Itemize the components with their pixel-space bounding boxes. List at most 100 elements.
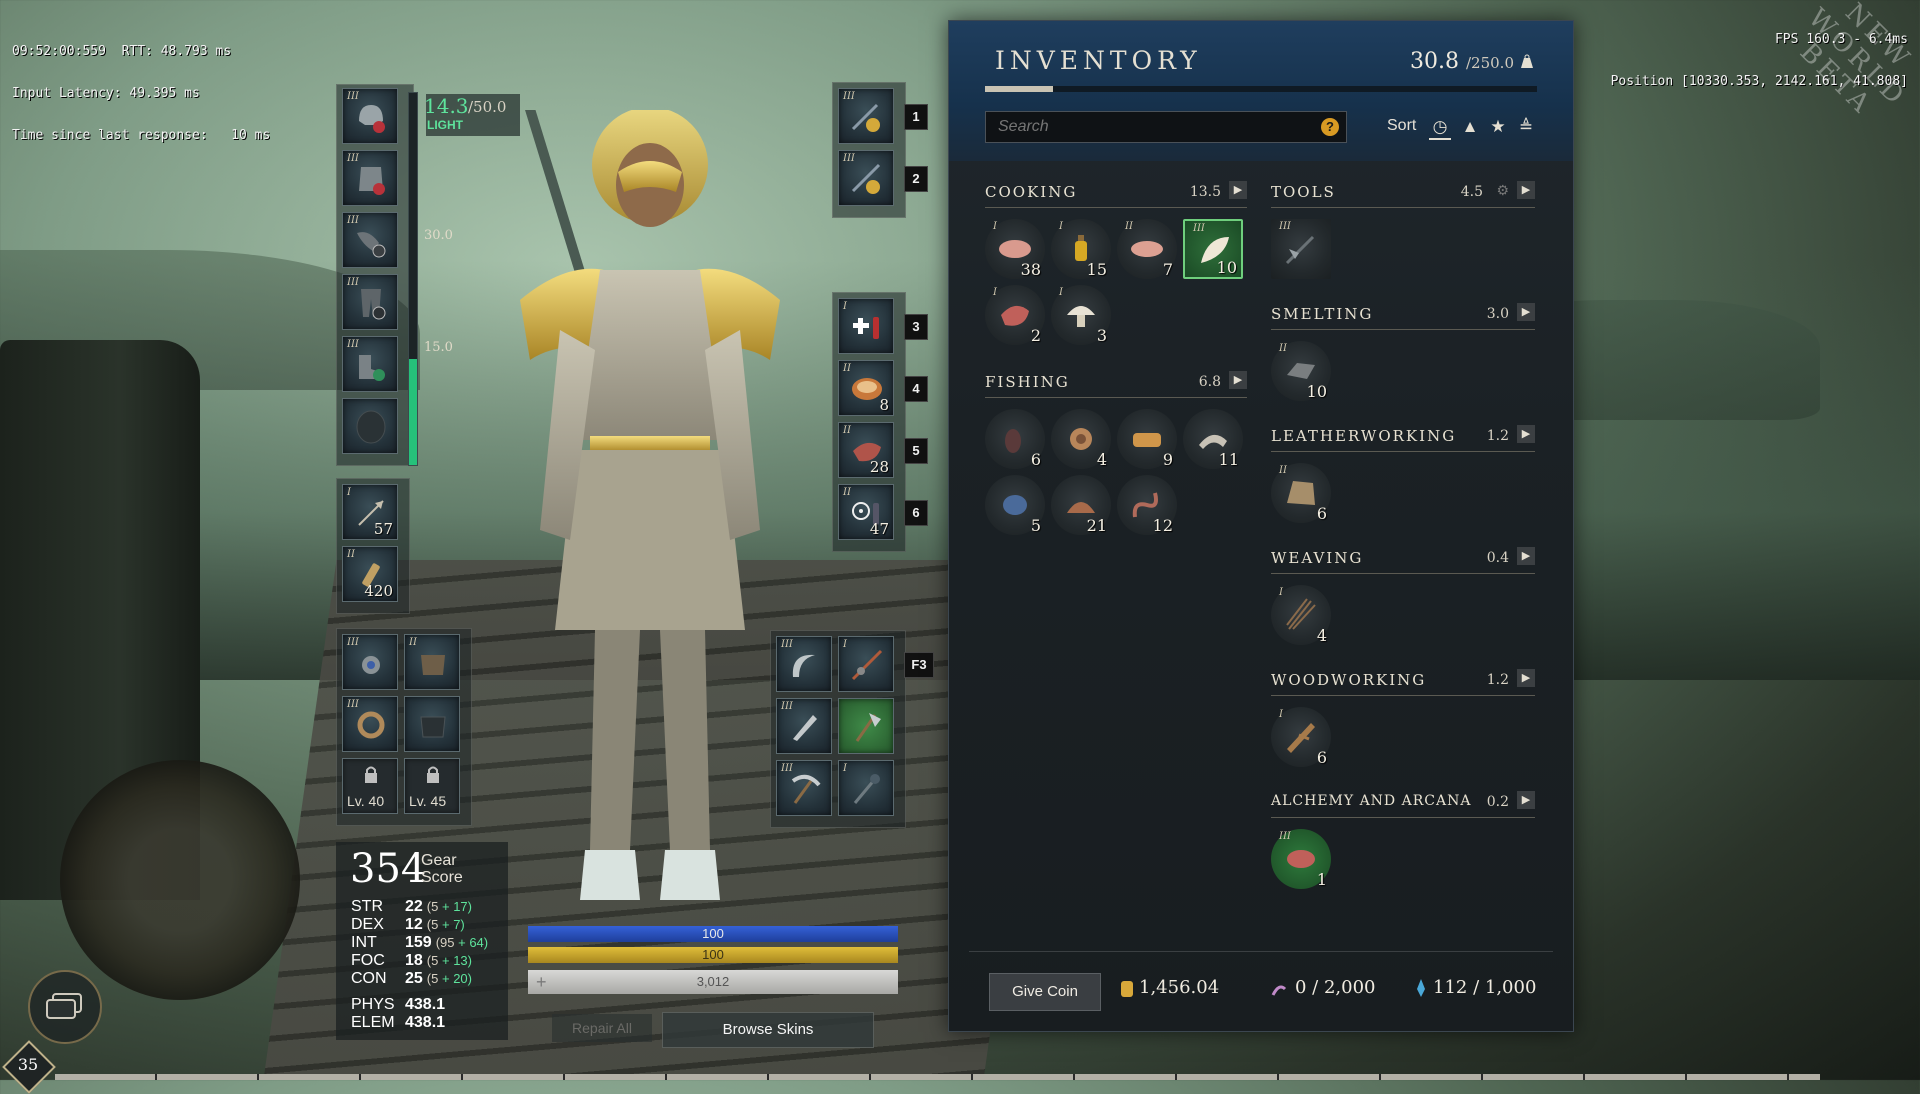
gloves-armor-slot[interactable]: III <box>342 212 398 268</box>
bag-slot-1[interactable]: II <box>404 634 460 690</box>
expand-arrow-icon[interactable]: ▶ <box>1229 181 1247 199</box>
inventory-item[interactable]: 5 <box>985 475 1045 535</box>
expand-arrow-icon[interactable]: ▶ <box>1517 669 1535 687</box>
help-icon[interactable]: ? <box>1321 118 1339 136</box>
inventory-item[interactable]: II 6 <box>1271 463 1331 523</box>
item-count: 28 <box>869 458 889 476</box>
expand-arrow-icon[interactable]: ▶ <box>1517 303 1535 321</box>
lock-icon <box>427 766 439 783</box>
inventory-item[interactable]: I 38 <box>985 219 1045 279</box>
keybind-1: 1 <box>904 104 928 130</box>
pickaxe-tool-slot[interactable]: III <box>776 760 832 816</box>
sort-favorite-icon[interactable]: ★ <box>1487 116 1509 138</box>
item-count: 6 <box>1316 504 1327 523</box>
axe-tool-slot[interactable] <box>838 698 894 754</box>
inventory-item[interactable]: III <box>1271 219 1331 279</box>
sort-recent-icon[interactable]: ◷ <box>1429 116 1451 140</box>
category-woodworking[interactable]: WOODWORKING 1.2 ▶ <box>1271 669 1535 696</box>
sort-tier-icon[interactable]: ≜ <box>1515 116 1537 138</box>
category-alchemy-and-arcana[interactable]: ALCHEMY AND ARCANA 0.2 ▶ <box>1271 791 1535 818</box>
head-armor-slot[interactable]: III <box>342 88 398 144</box>
expand-arrow-icon[interactable]: ▶ <box>1229 371 1247 389</box>
inventory-item[interactable]: I2 <box>985 285 1045 345</box>
category-weight: 1.2 <box>1486 672 1509 688</box>
item-count: 38 <box>1020 260 1041 279</box>
inventory-item[interactable]: II 7 <box>1117 219 1177 279</box>
inventory-item[interactable]: 21 <box>1051 475 1111 535</box>
category-name: TOOLS <box>1271 183 1336 201</box>
repair-icon[interactable]: ⚙ <box>1496 182 1509 199</box>
weapon-slot-2[interactable]: III <box>838 150 894 206</box>
ring-slot[interactable]: III <box>342 696 398 752</box>
inventory-item[interactable]: II 10 <box>1271 341 1331 401</box>
keybind-6: 6 <box>904 500 928 526</box>
give-coin-button[interactable]: Give Coin <box>989 973 1101 1011</box>
category-weight: 6.8 <box>1198 374 1221 390</box>
chat-button[interactable] <box>28 970 102 1044</box>
item-tier: I <box>347 487 351 498</box>
expand-arrow-icon[interactable]: ▶ <box>1517 425 1535 443</box>
search-input[interactable] <box>985 111 1347 143</box>
category-leatherworking[interactable]: LEATHERWORKING 1.2 ▶ <box>1271 425 1535 452</box>
sort-weight-icon[interactable]: ▲ <box>1459 116 1481 138</box>
expand-arrow-icon[interactable]: ▶ <box>1517 791 1535 809</box>
inventory-item[interactable]: 6 <box>985 409 1045 469</box>
stat-bonus: + 20) <box>441 971 472 986</box>
bait-beetle-icon <box>1003 495 1027 515</box>
inventory-weight-max: /250.0 <box>1466 54 1514 72</box>
skinning-knife-tool-slot[interactable]: III <box>776 698 832 754</box>
category-name: WEAVING <box>1271 549 1364 567</box>
item-tier: I <box>843 301 847 312</box>
inventory-item[interactable]: 12 <box>1117 475 1177 535</box>
feet-armor-slot[interactable]: III <box>342 336 398 392</box>
inventory-item[interactable]: 9 <box>1117 409 1177 469</box>
category-cooking[interactable]: COOKING 13.5 ▶ <box>985 181 1247 208</box>
category-weight: 0.2 <box>1486 794 1509 810</box>
inventory-item[interactable]: 4 <box>1051 409 1111 469</box>
player-level: 35 <box>17 1055 39 1074</box>
legs-armor-slot[interactable]: III <box>342 274 398 330</box>
item-tier: I <box>843 763 847 774</box>
inventory-item[interactable]: I4 <box>1271 585 1331 645</box>
stat-breakdown: (5 + 20) <box>427 971 472 986</box>
inventory-item-selected[interactable]: III 10 <box>1183 219 1243 279</box>
quick-slot-6[interactable]: II 47 <box>838 484 894 540</box>
arrow-ammo-slot[interactable]: I 57 <box>342 484 398 540</box>
bag-slot-2[interactable] <box>404 696 460 752</box>
quick-slot-4[interactable]: II 8 <box>838 360 894 416</box>
stat-row-str: STR 22 (5 + 17) <box>351 898 472 916</box>
inventory-item[interactable]: I 15 <box>1051 219 1111 279</box>
quick-slot-3[interactable]: I <box>838 298 894 354</box>
weapon-slot-1[interactable]: III <box>838 88 894 144</box>
player-character[interactable] <box>500 110 800 930</box>
defense-value: 438.1 <box>405 1014 446 1031</box>
category-smelting[interactable]: SMELTING 3.0 ▶ <box>1271 303 1535 330</box>
inventory-item[interactable]: I6 <box>1271 707 1331 767</box>
expand-arrow-icon[interactable]: ▶ <box>1517 547 1535 565</box>
category-fishing[interactable]: FISHING 6.8 ▶ <box>985 371 1247 398</box>
chest-armor-slot[interactable]: III <box>342 150 398 206</box>
inventory-item[interactable]: III 1 <box>1271 829 1331 889</box>
shield-icon <box>356 410 386 444</box>
stat-name: DEX <box>351 916 384 933</box>
category-tools[interactable]: TOOLS 4.5 ⚙ ▶ <box>1271 181 1535 208</box>
expand-arrow-icon[interactable]: ▶ <box>1517 181 1535 199</box>
category-weaving[interactable]: WEAVING 0.4 ▶ <box>1271 547 1535 574</box>
inventory-item[interactable]: 11 <box>1183 409 1243 469</box>
stat-bonus: + 13) <box>441 953 472 968</box>
shield-armor-slot[interactable] <box>342 398 398 454</box>
amulet-slot[interactable]: III <box>342 634 398 690</box>
quick-slot-5[interactable]: II 28 <box>838 422 894 478</box>
cartridge-ammo-slot[interactable]: II 420 <box>342 546 398 602</box>
browse-skins-button[interactable]: Browse Skins <box>662 1012 874 1048</box>
inventory-item[interactable]: I3 <box>1051 285 1111 345</box>
mana-bar: 100 <box>528 926 898 942</box>
sickle-tool-slot[interactable]: III <box>776 636 832 692</box>
hatchet-tool-icon <box>1285 235 1315 265</box>
ring-icon <box>357 711 385 739</box>
azoth-staff-tool-slot[interactable]: I <box>838 760 894 816</box>
fishing-pole-tool-slot[interactable]: I <box>838 636 894 692</box>
category-weight: 13.5 <box>1189 184 1221 200</box>
equip-load-class: LIGHT <box>427 118 463 132</box>
repair-all-button[interactable]: Repair All <box>552 1014 652 1042</box>
